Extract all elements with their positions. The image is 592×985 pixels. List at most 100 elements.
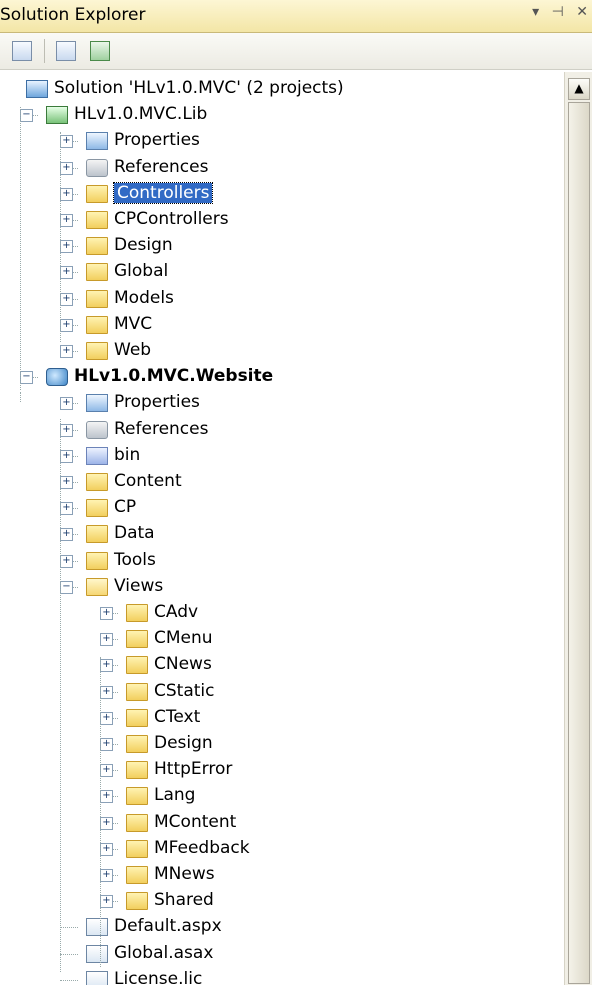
- expand-icon[interactable]: +: [100, 633, 113, 647]
- tree-item[interactable]: − HLv1.0.MVC.Lib: [0, 102, 560, 128]
- expand-icon[interactable]: +: [60, 502, 73, 516]
- tree-item[interactable]: + Design: [0, 233, 560, 259]
- tree-item[interactable]: + CStatic: [0, 679, 560, 705]
- tree-guide-line: [100, 657, 101, 967]
- tree-item-label: Lang: [154, 785, 196, 806]
- show-all-files-icon[interactable]: [12, 41, 32, 61]
- folder-icon: [126, 630, 148, 649]
- expand-icon[interactable]: +: [100, 607, 113, 620]
- refresh-icon[interactable]: [90, 41, 110, 61]
- expand-icon[interactable]: +: [100, 869, 113, 882]
- expand-icon[interactable]: +: [60, 161, 73, 175]
- expand-icon[interactable]: +: [60, 318, 73, 332]
- folder-icon: [86, 211, 108, 229]
- asax-file-icon: [86, 944, 108, 963]
- tree-item[interactable]: − HLv1.0.MVC.Website: [0, 364, 560, 390]
- pin-icon[interactable]: ⊣: [552, 4, 564, 20]
- open-folder-icon: [86, 577, 108, 596]
- collapse-icon[interactable]: −: [20, 371, 33, 385]
- tree-item[interactable]: + Models: [0, 286, 560, 312]
- collapse-icon[interactable]: −: [20, 109, 33, 123]
- tree-item[interactable]: + CP: [0, 495, 560, 521]
- tree-item[interactable]: + Shared: [0, 888, 560, 914]
- tree-item[interactable]: + MContent: [0, 810, 560, 836]
- expand-icon[interactable]: +: [100, 738, 113, 751]
- expand-icon[interactable]: +: [60, 135, 73, 149]
- bin-folder-icon: [86, 446, 108, 465]
- tree-item[interactable]: + CPControllers: [0, 207, 560, 233]
- expand-icon[interactable]: +: [60, 292, 73, 306]
- tree-item-label: MVC: [114, 313, 153, 334]
- tree-item-label: Global.asax: [114, 942, 214, 963]
- tree-item[interactable]: + Design: [0, 731, 560, 757]
- expand-icon[interactable]: +: [100, 816, 113, 830]
- tree-item-label: Solution 'HLv1.0.MVC' (2 projects): [54, 78, 344, 98]
- expand-icon[interactable]: +: [100, 790, 113, 804]
- tree-item[interactable]: + MVC: [0, 312, 560, 338]
- expand-icon[interactable]: +: [100, 659, 113, 673]
- folder-icon: [126, 892, 148, 911]
- tree-item[interactable]: + MNews: [0, 862, 560, 888]
- expand-icon[interactable]: +: [60, 345, 73, 358]
- expand-icon[interactable]: +: [60, 214, 73, 227]
- tree-item[interactable]: + Tools: [0, 548, 560, 574]
- collapse-icon[interactable]: −: [60, 580, 73, 594]
- tree-item[interactable]: Default.aspx: [0, 914, 560, 940]
- expand-icon[interactable]: +: [60, 423, 73, 437]
- tree-item-label: CStatic: [154, 680, 215, 701]
- expand-icon[interactable]: +: [100, 842, 113, 856]
- tree-item-label: Design: [114, 235, 173, 256]
- scroll-thumb[interactable]: [568, 102, 590, 984]
- folder-icon: [126, 682, 148, 701]
- expand-icon[interactable]: +: [100, 895, 113, 909]
- expand-icon[interactable]: +: [60, 397, 73, 411]
- tree-item-label: Design: [154, 733, 213, 753]
- tree-item[interactable]: + CMenu: [0, 626, 560, 652]
- tree-item[interactable]: + Data: [0, 521, 560, 547]
- expand-icon[interactable]: +: [100, 711, 113, 725]
- tree-item[interactable]: + Global: [0, 259, 560, 285]
- tree-item-label: MContent: [154, 811, 237, 832]
- folder-icon: [86, 473, 108, 491]
- expand-icon[interactable]: +: [60, 266, 73, 280]
- solution-tree: Solution 'HLv1.0.MVC' (2 projects) − HLv1.…: [0, 72, 564, 985]
- tree-item[interactable]: + Properties: [0, 390, 560, 416]
- dropdown-icon[interactable]: ▾: [532, 4, 539, 20]
- expand-icon[interactable]: +: [60, 187, 73, 201]
- tree-item[interactable]: + Content: [0, 469, 560, 495]
- tree-item-label: Web: [114, 340, 152, 360]
- expand-icon[interactable]: +: [60, 554, 73, 568]
- tree-item[interactable]: License.lic: [0, 967, 560, 985]
- tree-item[interactable]: + Web: [0, 338, 560, 364]
- tree-item[interactable]: + Controllers: [0, 181, 560, 207]
- tree-item[interactable]: Global.asax: [0, 941, 560, 967]
- expand-icon[interactable]: +: [60, 476, 73, 489]
- tree-item-label: Content: [114, 471, 182, 491]
- tree-item-label: CP: [114, 497, 137, 518]
- tree-item[interactable]: + MFeedback: [0, 836, 560, 862]
- tree-item-label: References: [114, 418, 209, 439]
- tree-item[interactable]: + CAdv: [0, 600, 560, 626]
- tree-connector: [60, 953, 78, 955]
- tree-item-label: CMenu: [154, 628, 213, 649]
- tree-item[interactable]: + CNews: [0, 652, 560, 678]
- tree-item[interactable]: − Views: [0, 574, 560, 600]
- close-icon[interactable]: ✕: [576, 4, 588, 20]
- expand-icon[interactable]: +: [100, 685, 113, 699]
- expand-icon[interactable]: +: [100, 764, 113, 778]
- tree-item[interactable]: Solution 'HLv1.0.MVC' (2 projects): [0, 76, 560, 102]
- tree-item[interactable]: + References: [0, 155, 560, 181]
- expand-icon[interactable]: +: [60, 528, 73, 542]
- properties-icon[interactable]: [56, 41, 76, 61]
- vertical-scrollbar[interactable]: ▲: [564, 72, 592, 985]
- tree-item[interactable]: + Lang: [0, 783, 560, 809]
- tree-item[interactable]: + CText: [0, 705, 560, 731]
- properties-icon: [86, 394, 108, 413]
- tree-item[interactable]: + HttpError: [0, 757, 560, 783]
- tree-item[interactable]: + Properties: [0, 128, 560, 154]
- expand-icon[interactable]: +: [60, 240, 73, 254]
- tree-item[interactable]: + References: [0, 417, 560, 443]
- expand-icon[interactable]: +: [60, 449, 73, 463]
- scroll-up-icon[interactable]: ▲: [568, 78, 590, 100]
- tree-item[interactable]: + bin: [0, 443, 560, 469]
